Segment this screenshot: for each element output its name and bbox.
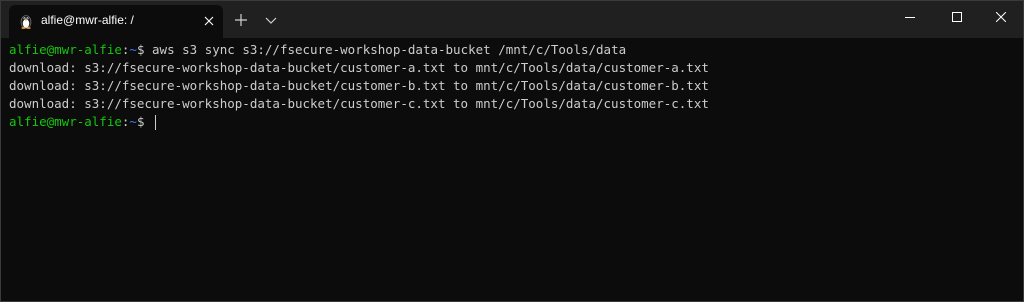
command-text: aws s3 sync s3://fsecure-workshop-data-b… <box>152 42 627 57</box>
minimize-icon <box>905 17 915 18</box>
text-cursor <box>155 115 157 130</box>
terminal-window: alfie@mwr-alfie: / alfie@mwr-alfie:~$ aw… <box>0 0 1024 302</box>
prompt-path: ~ <box>129 42 137 57</box>
command-line: alfie@mwr-alfie:~$ aws s3 sync s3://fsec… <box>9 41 626 59</box>
maximize-icon <box>952 12 962 22</box>
output-line: download: s3://fsecure-workshop-data-buc… <box>9 60 709 75</box>
tab-close-icon[interactable] <box>202 14 216 28</box>
maximize-button[interactable] <box>934 1 980 34</box>
output-line: download: s3://fsecure-workshop-data-buc… <box>9 78 709 93</box>
prompt-path: ~ <box>129 114 137 129</box>
plus-icon[interactable] <box>230 9 252 31</box>
final-prompt-line[interactable]: alfie@mwr-alfie:~$ <box>9 113 157 131</box>
chevron-down-icon[interactable] <box>260 9 282 31</box>
title-bar[interactable]: alfie@mwr-alfie: / <box>1 1 1023 38</box>
close-button[interactable] <box>978 1 1023 34</box>
close-icon <box>996 12 1006 22</box>
prompt-user-host: alfie@mwr-alfie <box>9 42 122 57</box>
terminal-tab[interactable]: alfie@mwr-alfie: / <box>9 5 223 38</box>
minimize-button[interactable] <box>887 1 933 34</box>
prompt-symbol: $ <box>136 42 153 57</box>
linux-penguin-icon <box>20 15 32 29</box>
output-line: download: s3://fsecure-workshop-data-buc… <box>9 96 709 111</box>
prompt-user-host: alfie@mwr-alfie <box>9 114 122 129</box>
prompt-symbol: $ <box>136 114 153 129</box>
terminal-output-area[interactable]: alfie@mwr-alfie:~$ aws s3 sync s3://fsec… <box>1 38 1023 301</box>
tab-title: alfie@mwr-alfie: / <box>41 13 134 27</box>
